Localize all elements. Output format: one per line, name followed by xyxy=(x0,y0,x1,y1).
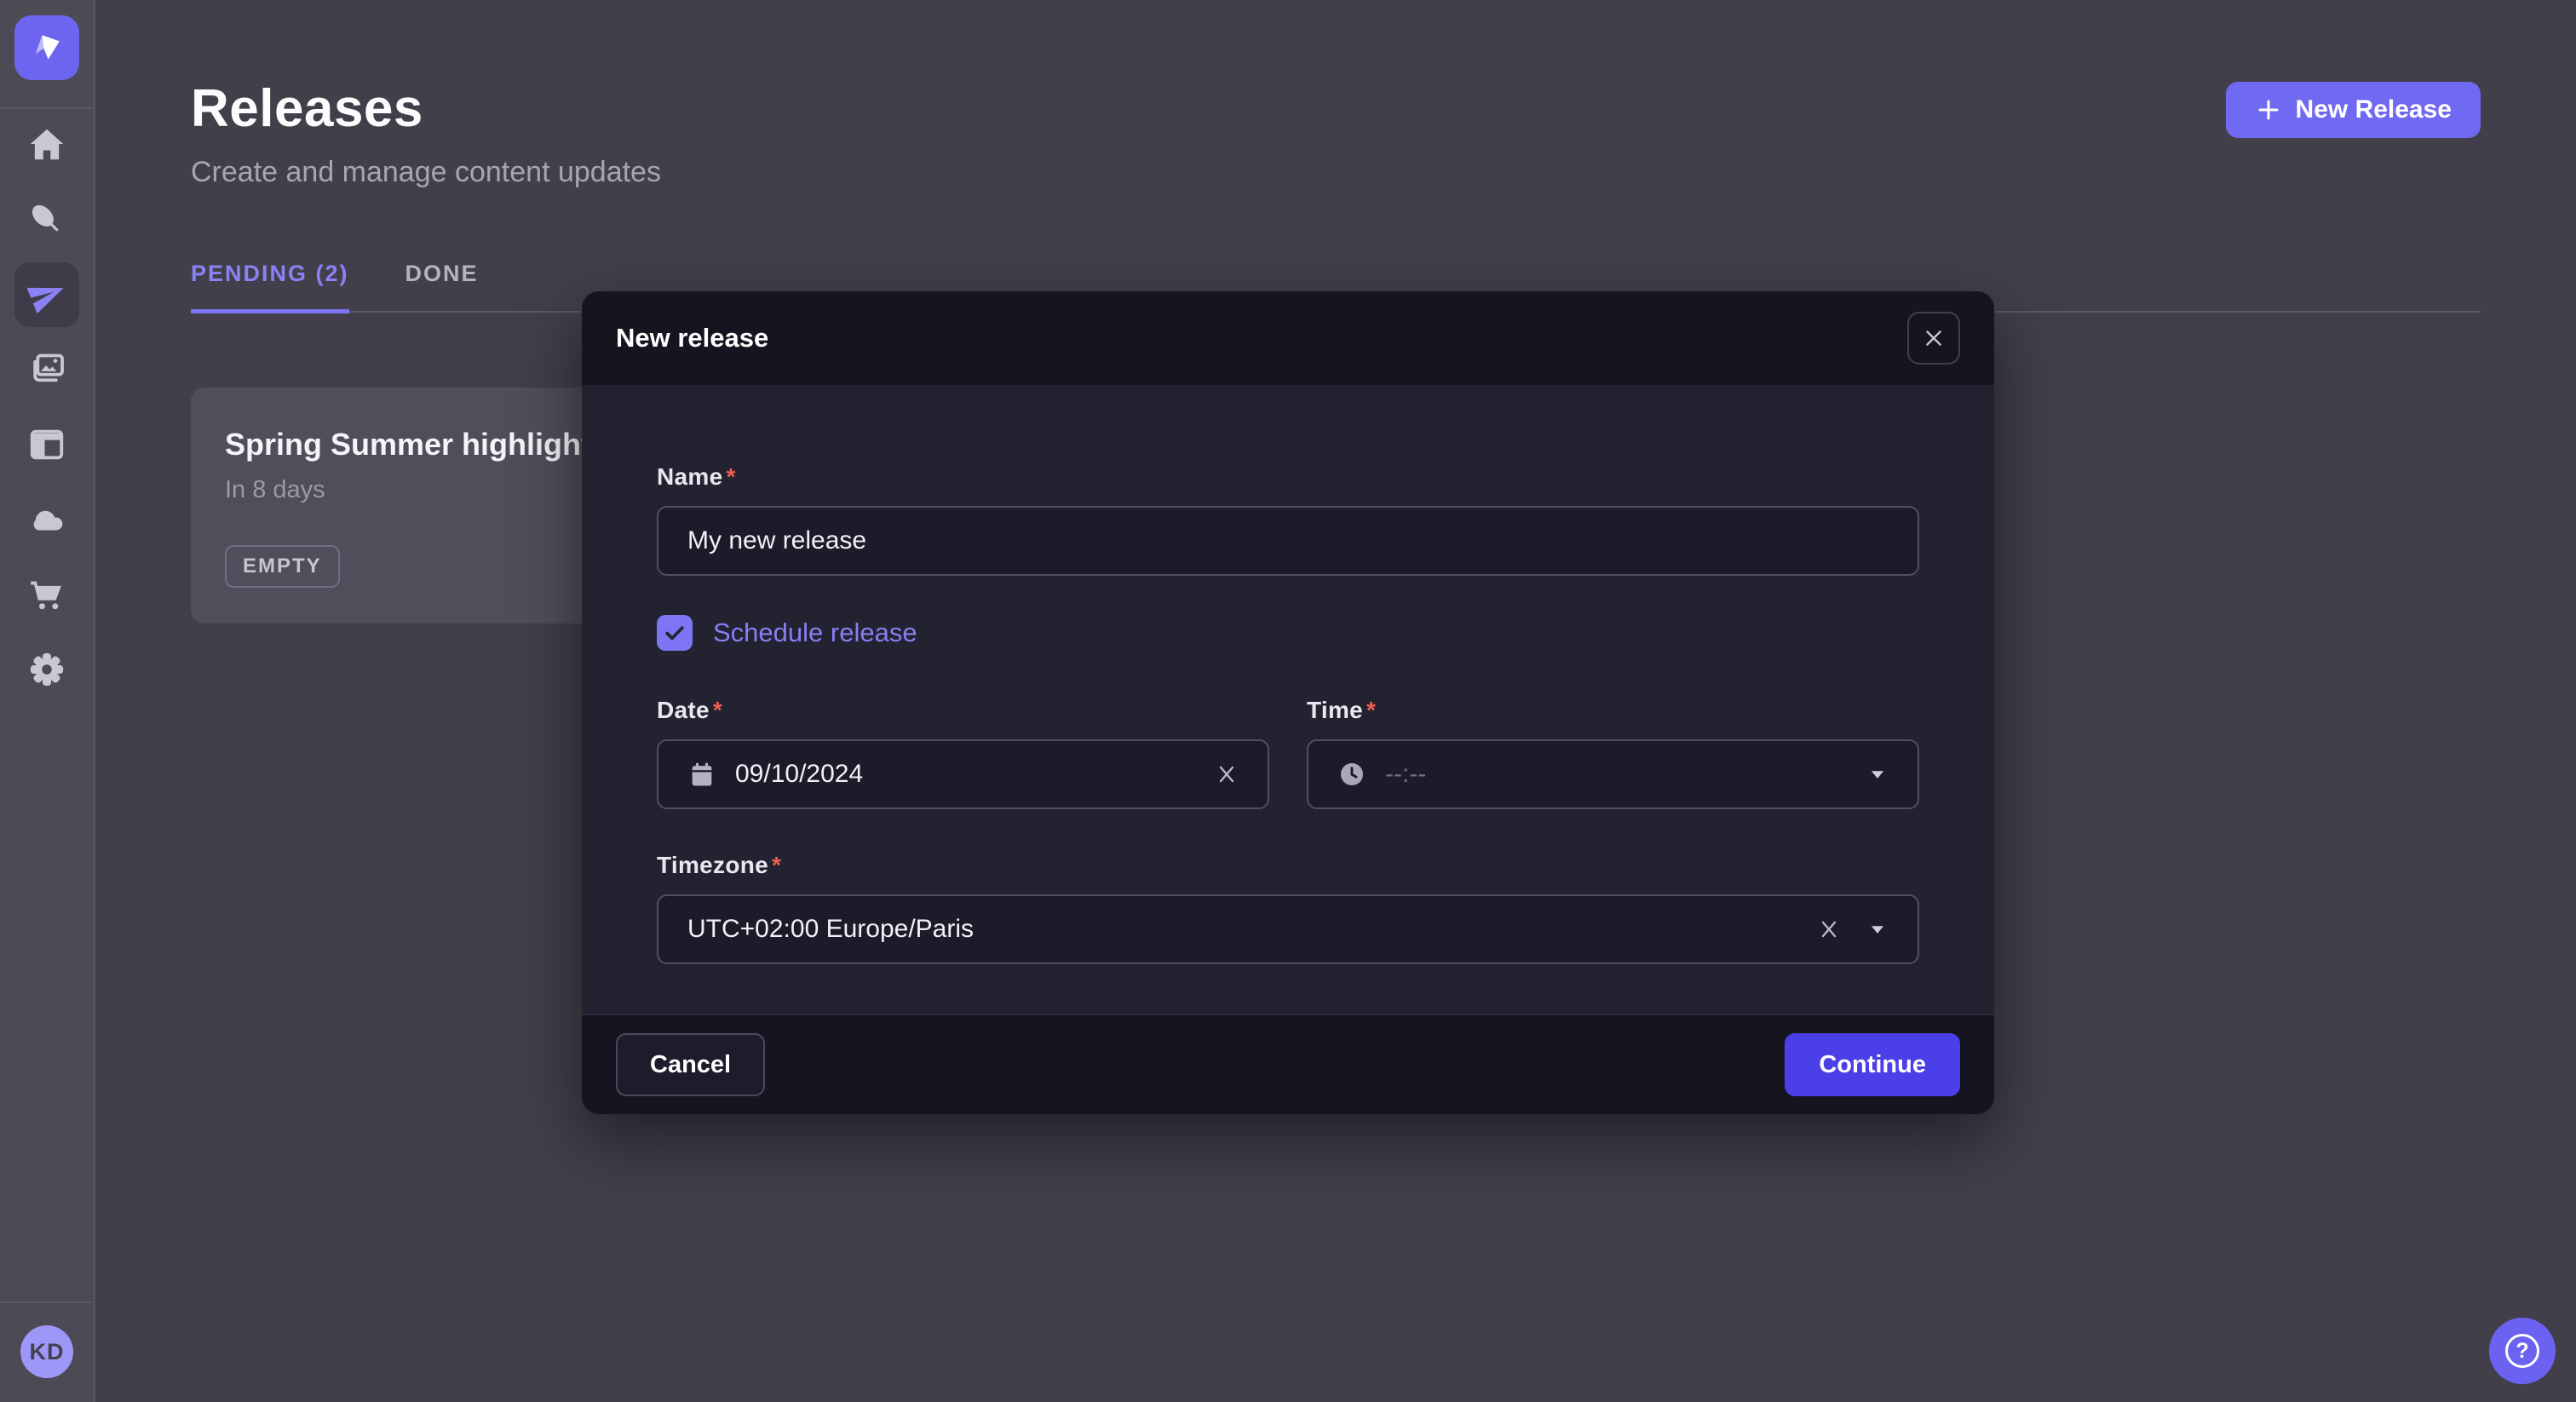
name-label-text: Name xyxy=(657,463,722,491)
cloud-icon xyxy=(27,500,66,539)
timezone-value: UTC+02:00 Europe/Paris xyxy=(687,915,974,944)
required-marker: * xyxy=(1366,697,1376,724)
app-logo-icon xyxy=(26,27,67,68)
name-label: Name* xyxy=(657,463,1919,491)
schedule-release-toggle[interactable]: Schedule release xyxy=(657,615,917,651)
images-icon xyxy=(27,350,66,389)
plus-icon xyxy=(2255,96,2282,124)
time-placeholder: --:-- xyxy=(1385,760,1426,789)
date-column: Date* 09/10/2024 xyxy=(657,697,1269,809)
sidebar: KD xyxy=(0,0,95,1402)
sidebar-item-store[interactable] xyxy=(14,562,79,627)
question-icon: ? xyxy=(2505,1334,2539,1368)
new-release-button-label: New Release xyxy=(2296,95,2452,124)
time-dropdown-caret[interactable] xyxy=(1866,763,1889,785)
name-input[interactable] xyxy=(687,508,1889,574)
sidebar-divider xyxy=(0,107,95,109)
modal-footer: Cancel Continue xyxy=(582,1014,1994,1114)
page-header: Releases Create and manage content updat… xyxy=(95,0,2576,189)
required-marker: * xyxy=(713,697,722,724)
clear-icon xyxy=(1215,762,1239,786)
clear-icon xyxy=(1817,917,1841,941)
date-clear-button[interactable] xyxy=(1215,762,1239,786)
calendar-icon xyxy=(687,760,716,789)
sidebar-bottom-divider xyxy=(0,1301,95,1303)
timezone-clear-button[interactable] xyxy=(1817,917,1841,941)
sidebar-nav xyxy=(14,112,79,702)
timezone-controls xyxy=(1817,917,1889,941)
schedule-checkbox-label: Schedule release xyxy=(713,618,917,648)
sidebar-item-settings[interactable] xyxy=(14,637,79,702)
sidebar-item-home[interactable] xyxy=(14,112,79,177)
time-controls xyxy=(1866,763,1889,785)
send-icon xyxy=(27,275,66,314)
close-icon xyxy=(1923,327,1945,349)
modal-title: New release xyxy=(616,323,768,353)
app-logo[interactable] xyxy=(14,15,79,80)
date-controls xyxy=(1215,762,1239,786)
page-heading-group: Releases Create and manage content updat… xyxy=(191,78,661,189)
new-release-modal: New release Name* Schedule release xyxy=(582,291,1994,1114)
home-icon xyxy=(27,125,66,164)
timezone-dropdown-caret[interactable] xyxy=(1866,918,1889,940)
page-subtitle: Create and manage content updates xyxy=(191,156,661,189)
new-release-button[interactable]: New Release xyxy=(2226,82,2481,138)
modal-header: New release xyxy=(582,291,1994,385)
name-input-box xyxy=(657,506,1919,576)
sidebar-item-media[interactable] xyxy=(14,337,79,402)
date-label-text: Date xyxy=(657,697,710,724)
sidebar-bottom: KD xyxy=(0,1301,94,1402)
user-avatar[interactable]: KD xyxy=(20,1325,73,1378)
timezone-label-text: Timezone xyxy=(657,852,768,879)
time-input[interactable]: --:-- xyxy=(1307,739,1919,809)
required-marker: * xyxy=(772,852,781,879)
time-column: Time* --:-- xyxy=(1307,697,1919,809)
chevron-down-icon xyxy=(1866,918,1889,940)
window-icon xyxy=(27,425,66,464)
tab-pending[interactable]: PENDING (2) xyxy=(191,261,349,313)
date-input[interactable]: 09/10/2024 xyxy=(657,739,1269,809)
gear-icon xyxy=(27,650,66,689)
sidebar-item-cloud[interactable] xyxy=(14,487,79,552)
required-marker: * xyxy=(726,463,735,491)
time-label: Time* xyxy=(1307,697,1919,724)
date-label: Date* xyxy=(657,697,1269,724)
timezone-label: Timezone* xyxy=(657,852,1919,879)
tab-done[interactable]: DONE xyxy=(405,261,479,313)
timezone-input[interactable]: UTC+02:00 Europe/Paris xyxy=(657,894,1919,964)
schedule-checkbox[interactable] xyxy=(657,615,693,651)
cancel-button[interactable]: Cancel xyxy=(616,1033,765,1096)
release-card-badge: EMPTY xyxy=(225,545,340,588)
sidebar-item-releases[interactable] xyxy=(14,262,79,327)
modal-close-button[interactable] xyxy=(1907,312,1960,365)
clock-icon xyxy=(1337,760,1366,789)
check-icon xyxy=(662,620,687,646)
sidebar-item-pages[interactable] xyxy=(14,412,79,477)
time-label-text: Time xyxy=(1307,697,1363,724)
date-time-row: Date* 09/10/2024 xyxy=(657,697,1919,809)
modal-body: Name* Schedule release Date* xyxy=(582,385,1994,1014)
continue-button[interactable]: Continue xyxy=(1785,1033,1960,1096)
date-value: 09/10/2024 xyxy=(735,760,863,789)
page-title: Releases xyxy=(191,78,661,139)
sidebar-item-feather[interactable] xyxy=(14,187,79,252)
help-button[interactable]: ? xyxy=(2489,1318,2556,1384)
cart-icon xyxy=(27,575,66,614)
feather-icon xyxy=(27,200,66,239)
chevron-down-icon xyxy=(1866,763,1889,785)
